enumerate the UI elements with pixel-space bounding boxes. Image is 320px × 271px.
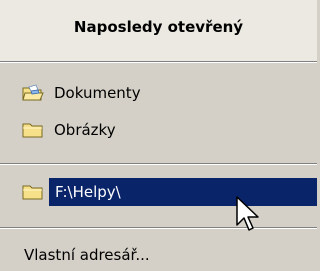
menu-item-label: Dokumenty (54, 84, 141, 102)
recent-folders-menu: Naposledy otevřený Dokumenty Obrázky F:\… (0, 0, 317, 271)
menu-item-selected-path[interactable]: F:\Helpy\ (22, 178, 317, 206)
folder-icon (22, 121, 44, 139)
menu-title: Naposledy otevřený (73, 18, 244, 36)
menu-item-custom-directory[interactable]: Vlastní adresář... (24, 246, 150, 264)
custom-separator (0, 227, 317, 229)
items-separator (0, 163, 317, 165)
header-separator (0, 61, 317, 63)
menu-item-dokumenty[interactable]: Dokumenty (22, 79, 141, 107)
open-folder-icon (22, 84, 44, 102)
menu-item-label: Obrázky (54, 121, 116, 139)
mouse-pointer-icon (236, 196, 262, 236)
selected-path-label: F:\Helpy\ (49, 178, 317, 206)
menu-item-obrazky[interactable]: Obrázky (22, 116, 116, 144)
folder-icon (22, 183, 44, 201)
menu-header: Naposledy otevřený (0, 0, 317, 62)
